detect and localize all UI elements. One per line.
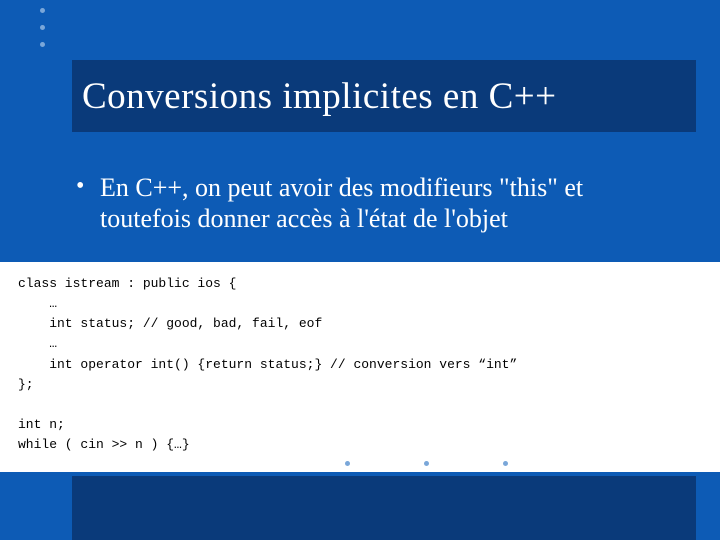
dot-icon: [503, 461, 508, 466]
code-panel: class istream : public ios { … int statu…: [0, 262, 720, 472]
decorative-dots-top: [40, 8, 45, 47]
slide-title: Conversions implicites en C++: [82, 75, 557, 118]
decorative-dots-bottom: [345, 461, 508, 466]
dot-icon: [40, 25, 45, 30]
slide-title-bar: Conversions implicites en C++: [72, 60, 696, 132]
dot-icon: [424, 461, 429, 466]
bullet-item: En C++, on peut avoir des modifieurs "th…: [76, 172, 680, 234]
slide-footer-bar: [72, 476, 696, 540]
dot-icon: [40, 8, 45, 13]
code-block: class istream : public ios { … int statu…: [18, 274, 702, 455]
slide-body: En C++, on peut avoir des modifieurs "th…: [76, 172, 680, 234]
dot-icon: [345, 461, 350, 466]
dot-icon: [40, 42, 45, 47]
